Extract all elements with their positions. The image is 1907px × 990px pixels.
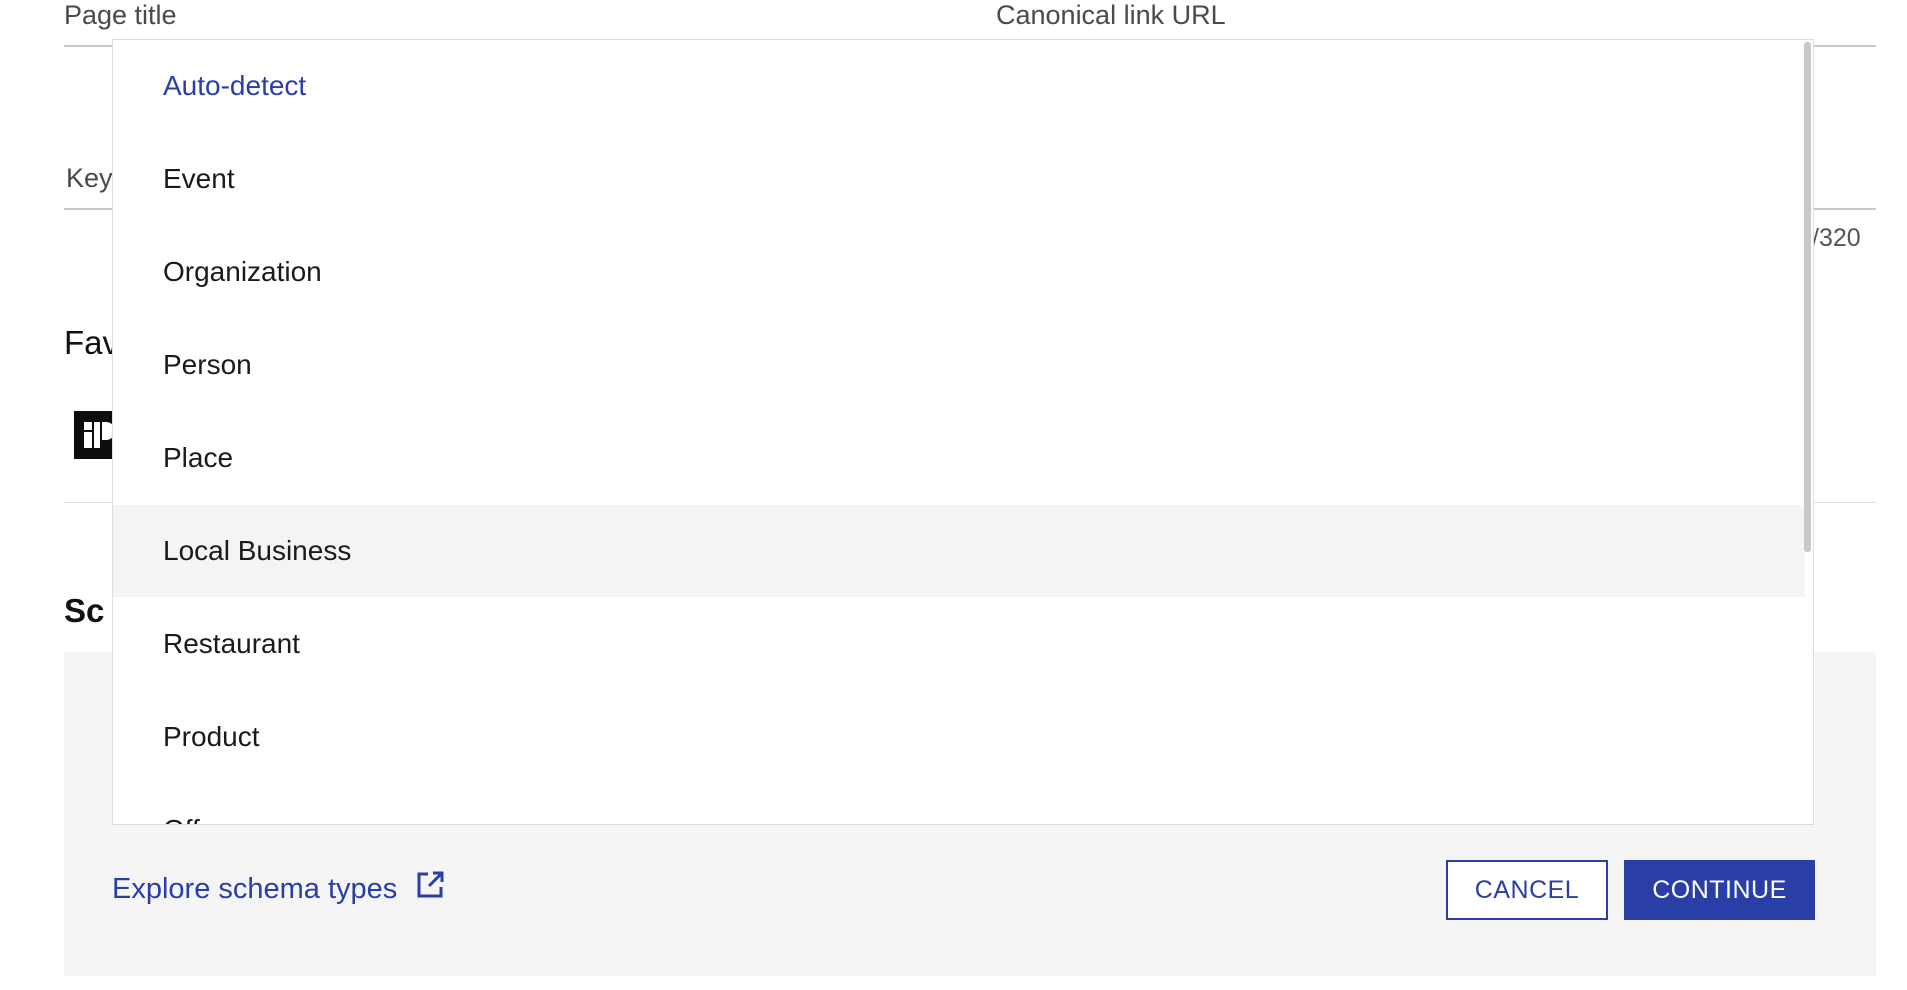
keywords-counter: /320 [1812, 224, 1861, 252]
option-label: Offer [163, 814, 225, 824]
schema-type-dropdown[interactable]: Auto-detect Event Organization Person Pl… [112, 39, 1814, 825]
option-person[interactable]: Person [113, 319, 1805, 411]
option-label: Place [163, 442, 234, 473]
option-label: Local Business [163, 535, 352, 566]
option-label: Person [163, 349, 252, 380]
option-label: Product [163, 721, 260, 752]
explore-schema-types-link[interactable]: Explore schema types [112, 866, 445, 912]
option-restaurant[interactable]: Restaurant [113, 598, 1805, 690]
option-offer[interactable]: Offer [113, 784, 1805, 824]
option-auto-detect[interactable]: Auto-detect [113, 40, 1805, 132]
favicon-heading: Fav [64, 324, 120, 361]
schema-heading: Sc [64, 592, 105, 629]
cancel-button[interactable]: CANCEL [1446, 860, 1608, 920]
keywords-label: Key [66, 163, 113, 193]
option-label: Auto-detect [163, 70, 307, 101]
option-label: Organization [163, 256, 322, 287]
option-label: Restaurant [163, 628, 300, 659]
option-product[interactable]: Product [113, 691, 1805, 783]
dropdown-scrollbar[interactable] [1804, 42, 1811, 552]
explore-link-label: Explore schema types [112, 872, 398, 905]
external-link-icon [415, 870, 445, 908]
option-event[interactable]: Event [113, 133, 1805, 225]
continue-button[interactable]: CONTINUE [1624, 860, 1815, 920]
option-organization[interactable]: Organization [113, 226, 1805, 318]
option-local-business[interactable]: Local Business [113, 505, 1805, 597]
option-label: Event [163, 163, 235, 194]
page-title-label: Page title [64, 0, 177, 30]
option-place[interactable]: Place [113, 412, 1805, 504]
canonical-link-label: Canonical link URL [996, 0, 1226, 30]
